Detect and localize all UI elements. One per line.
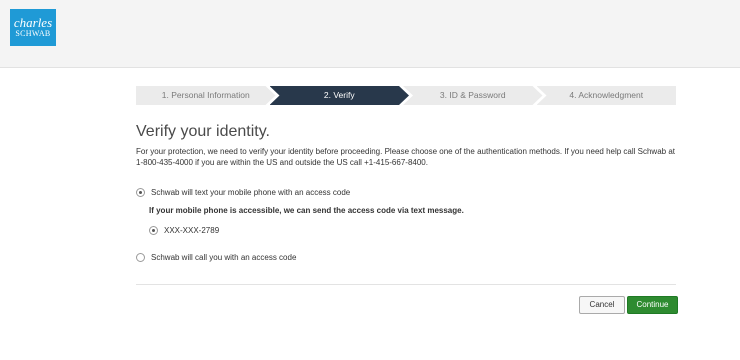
call-option-radio[interactable] xyxy=(136,253,145,262)
site-header: charles SCHWAB xyxy=(0,0,740,68)
cancel-button[interactable]: Cancel xyxy=(579,296,625,314)
step-personal-information: 1. Personal Information xyxy=(136,86,276,105)
logo-line1: charles xyxy=(13,15,53,30)
intro-text: For your protection, we need to verify y… xyxy=(136,147,675,167)
logo-line2: SCHWAB xyxy=(15,29,51,38)
phone-number-option[interactable]: XXX-XXX-2789 xyxy=(149,226,219,235)
phone-number-label: XXX-XXX-2789 xyxy=(164,226,220,235)
text-option-label: Schwab will text your mobile phone with … xyxy=(151,188,351,197)
call-option-label: Schwab will call you with an access code xyxy=(151,253,297,262)
divider xyxy=(136,284,676,285)
page-title: Verify your identity. xyxy=(136,123,270,140)
text-option-subtext: If your mobile phone is accessible, we c… xyxy=(149,206,464,215)
charles-schwab-logo[interactable]: charles SCHWAB xyxy=(10,9,56,46)
step-verify: 2. Verify xyxy=(270,86,410,105)
step-acknowledgment: 4. Acknowledgment xyxy=(536,86,676,105)
text-option[interactable]: Schwab will text your mobile phone with … xyxy=(136,188,350,197)
progress-steps: 1. Personal Information 2. Verify 3. ID … xyxy=(136,86,676,105)
text-option-radio[interactable] xyxy=(136,188,145,197)
step-id-password: 3. ID & Password xyxy=(403,86,543,105)
phone-number-radio[interactable] xyxy=(149,226,158,235)
call-option[interactable]: Schwab will call you with an access code xyxy=(136,253,296,262)
continue-button[interactable]: Continue xyxy=(627,296,678,314)
verify-form: Verify your identity. For your protectio… xyxy=(136,122,676,168)
